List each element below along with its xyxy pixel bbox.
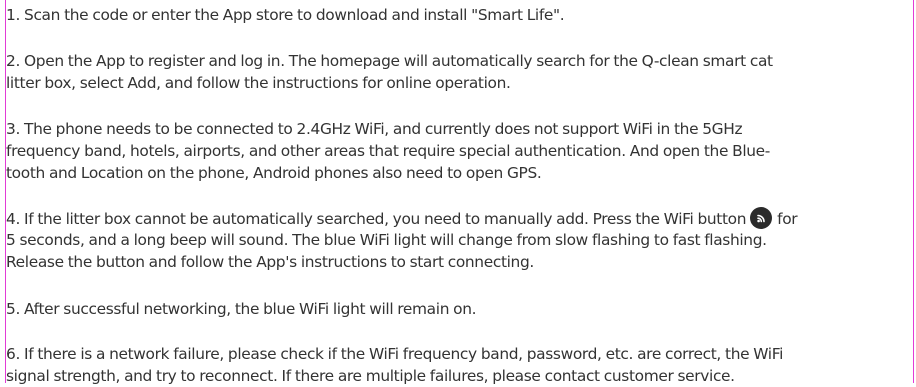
step-4: 4. If the litter box cannot be automatic… [6, 207, 798, 273]
step-4-line-1-end: for [777, 210, 798, 228]
right-border-line [913, 0, 914, 383]
step-4-line-2: 5 seconds, and a long beep will sound. T… [6, 231, 767, 249]
step-6: 6. If there is a network failure, please… [6, 343, 783, 387]
step-1-line-1: 1. Scan the code or enter the App store … [6, 6, 565, 24]
step-6-line-2: signal strength, and try to reconnect. I… [6, 367, 735, 385]
step-2: 2. Open the App to register and log in. … [6, 50, 773, 94]
step-5-line-1: 5. After successful networking, the blue… [6, 300, 477, 318]
wifi-button-icon [750, 207, 773, 229]
step-3-line-2: frequency band, hotels, airports, and ot… [6, 142, 770, 160]
step-2-line-1: 2. Open the App to register and log in. … [6, 52, 773, 70]
step-4-line-1: 4. If the litter box cannot be automatic… [6, 207, 798, 229]
step-3-line-1: 3. The phone needs to be connected to 2.… [6, 120, 743, 138]
step-4-line-3: Release the button and follow the App's … [6, 253, 534, 271]
step-6-line-1: 6. If there is a network failure, please… [6, 345, 784, 363]
instruction-page: 1. Scan the code or enter the App store … [0, 0, 916, 385]
step-3: 3. The phone needs to be connected to 2.… [6, 118, 770, 184]
step-1: 1. Scan the code or enter the App store … [6, 4, 565, 26]
step-3-line-3: tooth and Location on the phone, Android… [6, 164, 542, 182]
step-2-line-2: litter box, select Add, and follow the i… [6, 74, 511, 92]
step-4-line-1-text: 4. If the litter box cannot be automatic… [6, 210, 747, 228]
step-5: 5. After successful networking, the blue… [6, 298, 477, 320]
